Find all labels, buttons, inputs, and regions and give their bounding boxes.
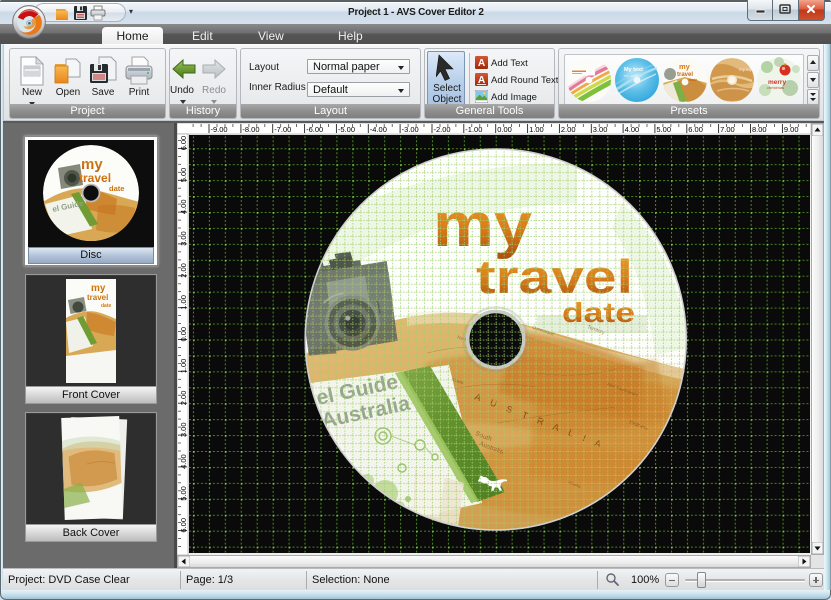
- svg-text:3.00: 3.00: [593, 125, 608, 134]
- svg-text:1.00: 1.00: [179, 295, 188, 310]
- svg-text:My text: My text: [624, 67, 643, 73]
- svg-text:christmas: christmas: [767, 85, 784, 90]
- svg-text:travel: travel: [79, 171, 111, 185]
- svg-text:6.00: 6.00: [179, 518, 188, 533]
- svg-text:date: date: [689, 77, 698, 82]
- svg-text:5.00: 5.00: [179, 168, 188, 183]
- svg-text:A: A: [478, 58, 486, 69]
- svg-text:4.00: 4.00: [625, 125, 640, 134]
- svg-text:4.00: 4.00: [179, 199, 188, 214]
- svg-text:5.00: 5.00: [179, 486, 188, 501]
- svg-text:0.00: 0.00: [179, 327, 188, 342]
- svg-text:1.00: 1.00: [179, 359, 188, 374]
- svg-text:2.00: 2.00: [179, 263, 188, 278]
- svg-text:my trip: my trip: [739, 67, 753, 72]
- svg-text:5.00: 5.00: [656, 125, 671, 134]
- svg-text:4.00: 4.00: [179, 454, 188, 469]
- svg-text:3.00: 3.00: [179, 231, 188, 246]
- svg-text:1.00: 1.00: [529, 125, 544, 134]
- svg-text:travel: travel: [87, 293, 108, 302]
- svg-text:my subtitle: my subtitle: [624, 74, 642, 78]
- svg-text:8.00: 8.00: [752, 125, 767, 134]
- svg-text:my: my: [679, 62, 691, 71]
- svg-text:9.00: 9.00: [784, 125, 799, 134]
- svg-text:6.00: 6.00: [688, 125, 703, 134]
- svg-text:6.00: 6.00: [179, 136, 188, 151]
- svg-text:date: date: [109, 184, 124, 193]
- svg-text:0.00: 0.00: [497, 125, 512, 134]
- svg-text:7.00: 7.00: [720, 125, 735, 134]
- svg-text:2.00: 2.00: [561, 125, 576, 134]
- svg-text:date: date: [101, 303, 112, 309]
- svg-text:3.00: 3.00: [179, 422, 188, 437]
- svg-text:2.00: 2.00: [179, 391, 188, 406]
